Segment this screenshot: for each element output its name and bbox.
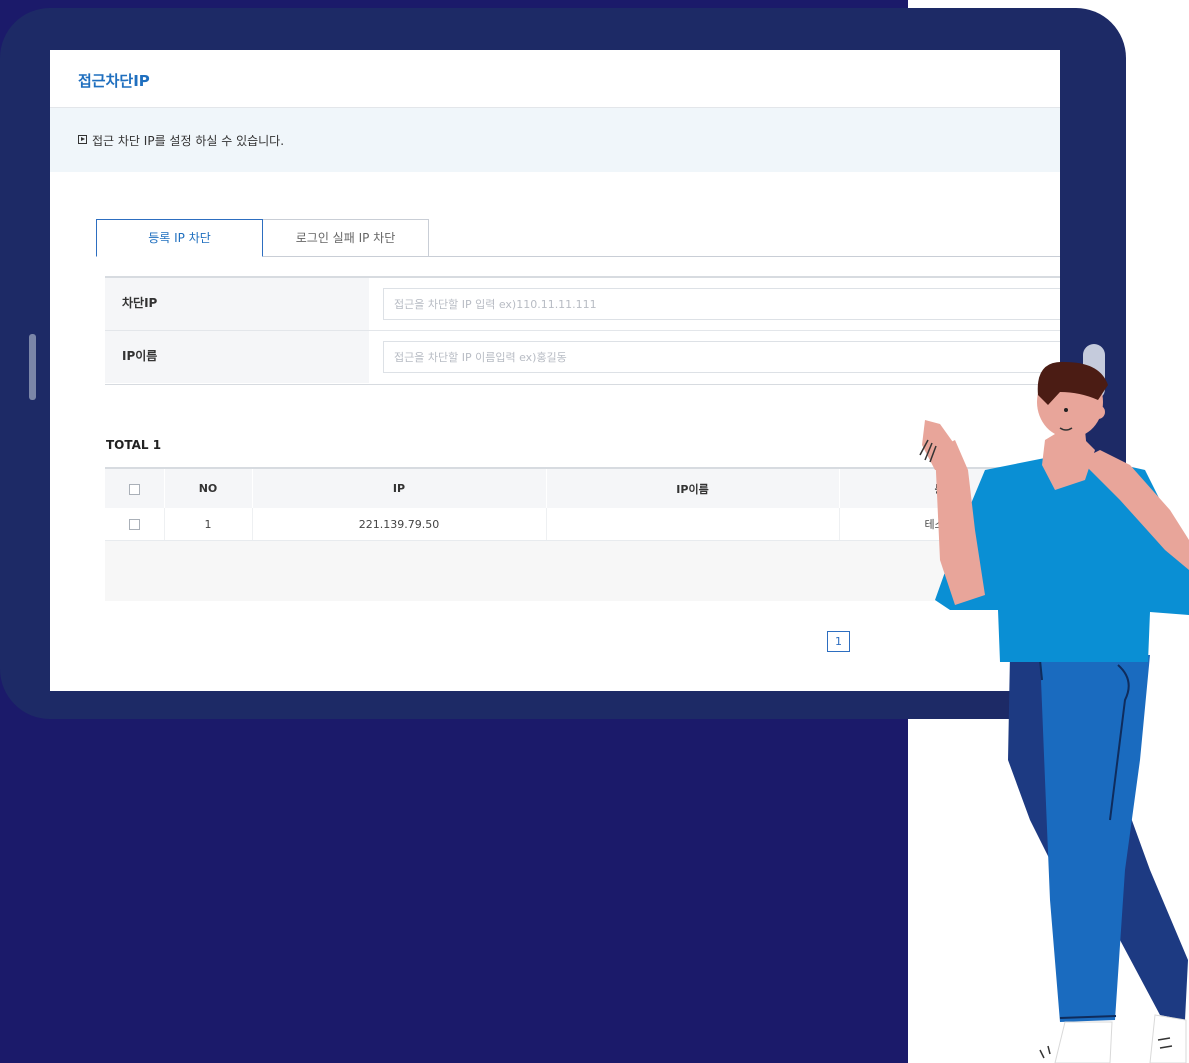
pagination-page-button[interactable]: 1 (827, 631, 850, 652)
column-header-no: NO (163, 467, 252, 508)
cell-ip: 221.139.79.50 (251, 508, 546, 541)
block-ip-form: 차단IP IP이름 (105, 276, 1060, 385)
page-title: 접근차단IP (78, 72, 150, 90)
total-count: TOTAL 1 (106, 438, 162, 452)
tablet-frame: 접근차단IP 접근 차단 IP를 설정 하실 수 있습니다. 등록 IP 차단 … (0, 8, 1126, 719)
blocked-ip-table: NO IP IP이름 등록자 1 221.139.79.50 테스트디비 (105, 467, 1060, 541)
cell-ip-name (545, 508, 839, 541)
table-row[interactable]: 1 221.139.79.50 테스트디비 (105, 508, 1060, 541)
ip-name-input[interactable] (383, 341, 1060, 373)
cell-registrant: 테스트디비 (838, 508, 1060, 541)
cell-no: 1 (163, 508, 252, 541)
column-header-registrant: 등록자 (838, 467, 1060, 508)
ip-name-label: IP이름 (105, 331, 369, 383)
form-row-block-ip: 차단IP (105, 278, 1060, 331)
notice-box: 접근 차단 IP를 설정 하실 수 있습니다. (50, 108, 1060, 172)
tab-login-failure-ip-block[interactable]: 로그인 실패 IP 차단 (263, 219, 429, 257)
table-footer-area (105, 541, 1060, 601)
block-ip-input[interactable] (383, 288, 1060, 320)
table-header-row: NO IP IP이름 등록자 (105, 467, 1060, 508)
tablet-side-button (29, 334, 36, 400)
select-all-checkbox-cell (105, 467, 164, 508)
column-header-ip: IP (251, 467, 546, 508)
block-ip-label: 차단IP (105, 278, 369, 330)
select-all-checkbox[interactable] (128, 483, 140, 495)
tablet-screen: 접근차단IP 접근 차단 IP를 설정 하실 수 있습니다. 등록 IP 차단 … (50, 50, 1060, 691)
play-square-icon (78, 135, 87, 144)
form-row-ip-name: IP이름 (105, 331, 1060, 383)
column-header-ip-name: IP이름 (545, 467, 839, 508)
row-checkbox-cell (105, 508, 164, 541)
tab-registered-ip-block[interactable]: 등록 IP 차단 (96, 219, 263, 257)
tablet-camera-button (1083, 344, 1105, 400)
notice-text: 접근 차단 IP를 설정 하실 수 있습니다. (92, 134, 285, 148)
row-checkbox[interactable] (128, 519, 140, 530)
